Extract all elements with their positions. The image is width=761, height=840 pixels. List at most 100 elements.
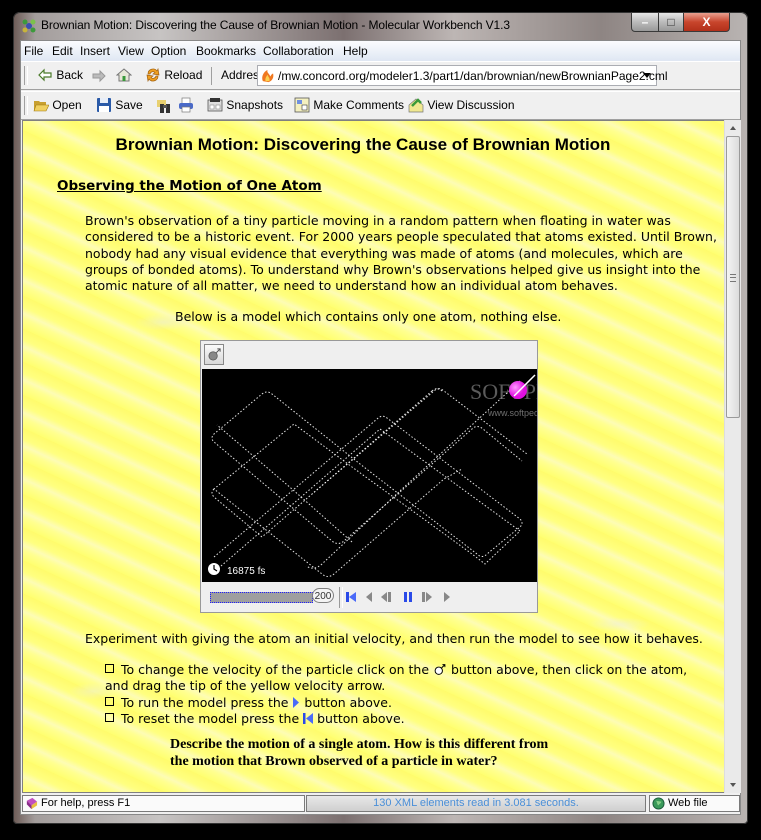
open-folder-icon (33, 101, 49, 112)
app-window: Brownian Motion: Discovering the Cause o… (13, 12, 748, 824)
address-combobox[interactable]: /mw.concord.org/modeler1.3/part1/dan/bro… (257, 65, 668, 86)
toolbar-separator (211, 67, 212, 85)
grip-icon (730, 274, 736, 283)
toolbar-grip[interactable] (24, 96, 28, 115)
maximize-icon: □ (667, 15, 675, 29)
floppy-disk-icon (97, 98, 111, 112)
reload-icon (146, 67, 160, 83)
play-button[interactable] (440, 590, 454, 604)
source-text: Web file (668, 797, 708, 809)
menu-view[interactable]: View (118, 44, 144, 58)
title-bar[interactable]: Brownian Motion: Discovering the Cause o… (13, 12, 748, 38)
help-book-icon (26, 797, 38, 810)
globe-icon (652, 797, 665, 810)
menu-insert[interactable]: Insert (80, 44, 110, 58)
save-label: Save (115, 98, 143, 112)
menu-bookmarks[interactable]: Bookmarks (196, 44, 256, 58)
make-comments-label: Make Comments (313, 98, 405, 112)
toolbar-grip[interactable] (24, 66, 28, 85)
bullet-icon (105, 712, 114, 722)
menu-collaboration[interactable]: Collaboration (263, 44, 334, 58)
atom (509, 381, 527, 399)
address-input[interactable]: /mw.concord.org/modeler1.3/part1/dan/bro… (278, 69, 668, 83)
scroll-down-button[interactable] (725, 777, 741, 793)
section-heading: Observing the Motion of One Atom (57, 178, 322, 194)
snapshots-label: Snapshots (226, 98, 284, 112)
file-toolbar: Open Save Snapshots Make Comments View D… (21, 91, 740, 120)
pause-button[interactable] (401, 590, 415, 604)
status-help-panel: For help, press F1 (22, 795, 305, 812)
velocity-tool-button[interactable] (204, 344, 224, 365)
controls-separator (339, 587, 343, 608)
maximize-button[interactable]: □ (658, 12, 684, 32)
rewind-button[interactable] (380, 590, 394, 604)
trajectory-layer: SOFTPEDIAwww.softpedia.com (211, 374, 537, 577)
watermark-url: www.softpedia.com (487, 408, 537, 418)
status-source-panel: Web file (649, 795, 740, 812)
simulation-canvas[interactable]: SOFTPEDIAwww.softpedia.com 16875 fs (202, 369, 537, 582)
intro-paragraph: Brown's observation of a tiny particle m… (85, 213, 717, 294)
status-bar: For help, press F1 130 XML elements read… (21, 793, 740, 814)
molecular-model-container: SOFTPEDIAwww.softpedia.com 16875 fs 200 (200, 340, 538, 613)
molecular-workbench-icon (22, 19, 36, 33)
menu-option[interactable]: Option (151, 44, 186, 58)
list-item: To change the velocity of the particle c… (105, 662, 688, 694)
window-title: Brownian Motion: Discovering the Cause o… (41, 18, 510, 32)
page-viewport[interactable]: Brownian Motion: Discovering the Cause o… (22, 120, 725, 793)
reset-icon (303, 712, 314, 724)
vertical-scrollbar[interactable] (724, 120, 741, 793)
list-item: To reset the model press the button abov… (105, 711, 705, 727)
discussion-question: Describe the motion of a single atom. Ho… (170, 737, 549, 769)
step-back-button[interactable] (362, 590, 376, 604)
back-label: Back (56, 68, 84, 82)
close-icon: X (702, 15, 711, 29)
menu-file[interactable]: File (24, 44, 43, 58)
snapshots-button[interactable]: Snapshots (207, 97, 283, 113)
help-text: For help, press F1 (41, 797, 131, 809)
scrollbar-thumb[interactable] (726, 136, 740, 419)
back-button[interactable]: Back (37, 67, 83, 83)
make-comments-button[interactable]: Make Comments (294, 97, 404, 113)
bullet-icon (105, 696, 114, 706)
discussion-icon (408, 98, 424, 113)
menu-edit[interactable]: Edit (52, 44, 73, 58)
instruction-list: To change the velocity of the particle c… (105, 662, 705, 727)
save-button[interactable]: Save (96, 97, 143, 113)
minimize-icon: – (641, 15, 649, 29)
trajectory-path (211, 391, 523, 558)
snapshots-icon (207, 98, 223, 112)
find-binoculars-icon[interactable] (157, 98, 173, 114)
minimize-button[interactable]: – (631, 12, 659, 32)
clock-icon (208, 563, 220, 575)
reset-button[interactable] (344, 590, 358, 604)
forward-arrow-icon[interactable] (91, 68, 107, 84)
trajectory-path (213, 423, 521, 577)
home-icon[interactable] (116, 67, 132, 83)
trajectory-path (211, 388, 528, 538)
printer-icon[interactable] (178, 97, 194, 113)
slider-value: 200 (312, 588, 334, 603)
menu-help[interactable]: Help (343, 44, 368, 58)
web-page-icon (262, 69, 274, 83)
delay-slider[interactable] (210, 592, 313, 603)
scroll-up-button[interactable] (725, 120, 741, 136)
view-discussion-label: View Discussion (427, 98, 515, 112)
status-message-panel: 130 XML elements read in 3.081 seconds. (306, 795, 646, 812)
list-item: To run the model press the button above. (105, 695, 705, 711)
dropdown-arrow-icon[interactable] (643, 73, 651, 78)
model-intro-text: Below is a model which contains only one… (175, 309, 562, 324)
reload-button[interactable]: Reload (145, 67, 202, 83)
fast-forward-button[interactable] (420, 590, 434, 604)
close-button[interactable]: X (683, 12, 730, 32)
velocity-atom-icon (434, 664, 446, 675)
page-title: Brownian Motion: Discovering the Cause o… (115, 135, 611, 154)
back-arrow-icon (38, 68, 52, 82)
velocity-atom-icon (208, 348, 221, 361)
open-button[interactable]: Open (33, 97, 82, 113)
open-label: Open (52, 98, 82, 112)
view-discussion-button[interactable]: View Discussion (408, 97, 515, 113)
experiment-text: Experiment with giving the atom an initi… (85, 631, 703, 646)
comments-icon (294, 97, 310, 113)
client-area: File Edit Insert View Option Bookmarks C… (20, 40, 741, 815)
menu-bar: File Edit Insert View Option Bookmarks C… (21, 41, 740, 61)
